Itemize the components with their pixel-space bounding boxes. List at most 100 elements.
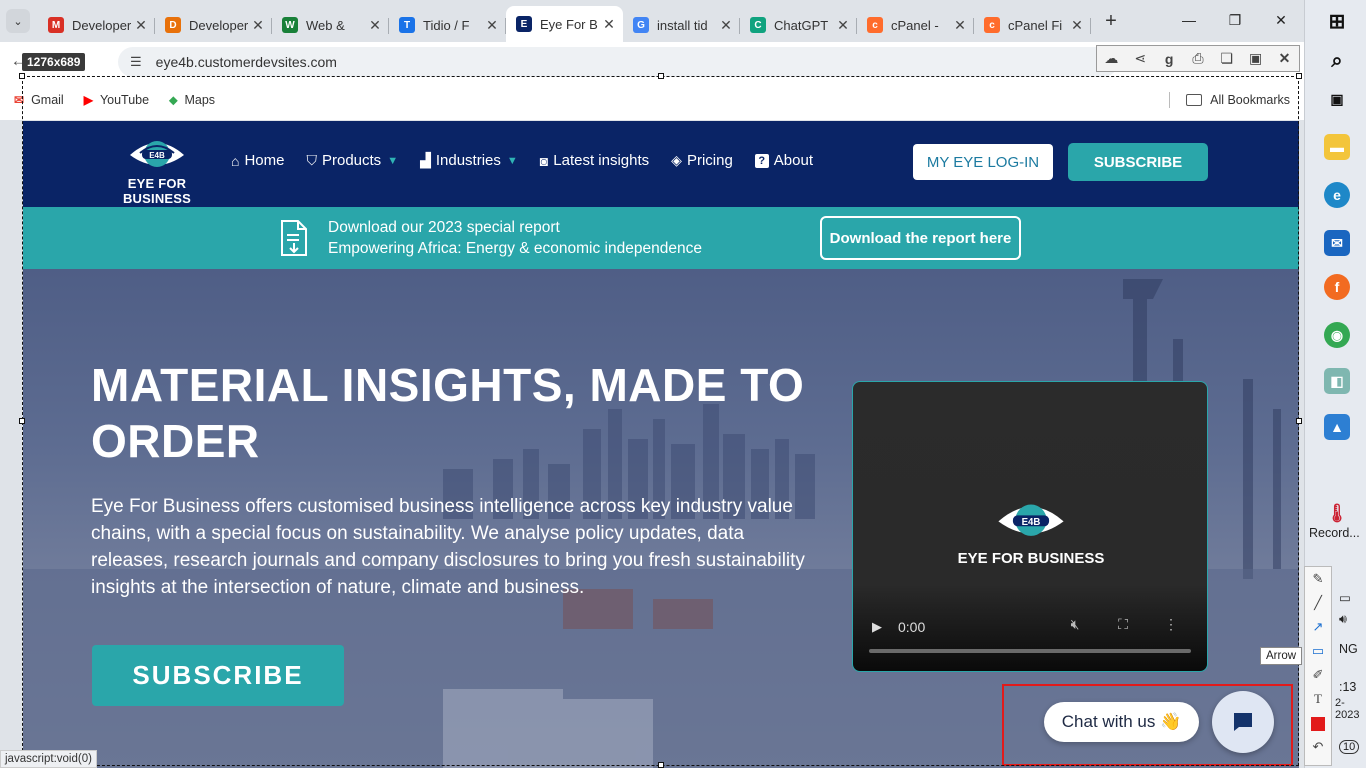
nav-about[interactable]: ? About — [754, 152, 813, 169]
folder-icon — [1186, 94, 1203, 106]
recorder-icon[interactable]: 🌡︎ — [1324, 500, 1350, 526]
subscribe-button-hero[interactable]: SUBSCRIBE — [92, 645, 344, 706]
browser-tab[interactable]: M Developer ✕ — [38, 8, 155, 42]
tab-title: install tid — [657, 17, 708, 33]
language-indicator[interactable]: NG — [1339, 642, 1358, 656]
firefox-icon[interactable]: f — [1324, 274, 1350, 300]
color-swatch[interactable] — [1305, 711, 1331, 735]
mail-icon[interactable]: ✉ — [1324, 230, 1350, 256]
tab-favicon-icon: D — [165, 17, 181, 33]
nav-pricing[interactable]: ◈ Pricing — [671, 152, 733, 169]
close-tab-icon[interactable]: ✕ — [133, 17, 149, 34]
divider — [1169, 92, 1171, 108]
video-time: 0:00 — [898, 619, 926, 635]
close-tab-icon[interactable]: ✕ — [718, 17, 734, 34]
clock-time[interactable]: :13 — [1339, 680, 1356, 694]
my-eye-login-button[interactable]: MY EYE LOG-IN — [913, 144, 1053, 180]
omnibox[interactable]: ☰ eye4b.customerdevsites.com — [118, 47, 1118, 77]
save-icon[interactable]: ▣ — [1244, 50, 1268, 67]
close-tab-icon[interactable]: ✕ — [835, 17, 851, 34]
windows-start-icon[interactable]: ⊞ — [1324, 8, 1350, 34]
tab-favicon-icon: C — [750, 17, 766, 33]
tab-title: cPanel - — [891, 17, 939, 33]
browser-tab[interactable]: E Eye For B ✕ — [506, 6, 623, 42]
new-tab-button[interactable]: + — [1097, 10, 1125, 33]
resize-handle[interactable] — [19, 418, 25, 424]
copy-icon[interactable]: ❏ — [1215, 50, 1239, 67]
task-view-icon[interactable]: ▣ — [1324, 86, 1350, 112]
video-player[interactable]: E4B EYE FOR BUSINESS ▶ 0:00 🔇︎ ⛶ ⋮ — [852, 381, 1208, 672]
nav-industries[interactable]: ▟ Industries ▼ — [420, 152, 518, 169]
close-capture-icon[interactable]: ✕ — [1272, 50, 1296, 67]
logo-text: EYE FOR BUSINESS — [122, 176, 192, 206]
close-tab-icon[interactable]: ✕ — [601, 16, 617, 33]
chrome-icon[interactable]: ◉ — [1324, 322, 1350, 348]
video-progress-bar[interactable] — [869, 649, 1191, 653]
chevron-down-icon: ▼ — [506, 154, 518, 167]
browser-tab[interactable]: c cPanel Fi ✕ — [974, 8, 1091, 42]
play-icon[interactable]: ▶ — [872, 619, 882, 635]
print-icon[interactable]: ⎙ — [1186, 50, 1210, 67]
text-icon[interactable]: T — [1305, 687, 1331, 711]
all-bookmarks[interactable]: All Bookmarks — [1169, 92, 1290, 108]
bookmark-maps[interactable]: ⬥ Maps — [169, 93, 215, 108]
url-text: eye4b.customerdevsites.com — [155, 54, 337, 70]
search-icon[interactable]: ⌕ — [1324, 48, 1350, 74]
notification-count[interactable]: 10 — [1339, 740, 1360, 754]
mute-icon[interactable]: 🔇︎ — [1051, 616, 1099, 633]
bookmark-gmail[interactable]: ✉ Gmail — [14, 93, 64, 107]
tab-title: Tidio / F — [423, 17, 470, 33]
resize-handle[interactable] — [1296, 418, 1302, 424]
close-tab-icon[interactable]: ✕ — [250, 17, 266, 34]
browser-tab[interactable]: W Web & ✕ — [272, 8, 389, 42]
bookmark-youtube[interactable]: ▶ YouTube — [84, 93, 149, 107]
resize-handle[interactable] — [658, 762, 664, 768]
upload-cloud-icon[interactable]: ☁ — [1099, 50, 1123, 67]
nav-latest-insights[interactable]: ◙ Latest insights — [540, 152, 649, 169]
minimize-button[interactable]: — — [1166, 0, 1212, 40]
nav-products[interactable]: ⛉ Products ▼ — [306, 152, 398, 169]
clock-date[interactable]: 2-2023 — [1335, 697, 1366, 721]
arrow-icon[interactable]: ↗ — [1305, 615, 1331, 639]
tab-title: Developer — [72, 17, 132, 33]
tab-title: Developer — [189, 17, 249, 33]
photos-icon[interactable]: ▲ — [1324, 414, 1350, 440]
line-icon[interactable]: ╱ — [1305, 591, 1331, 615]
highlighter-icon[interactable]: ✐ — [1305, 663, 1331, 687]
download-report-button[interactable]: Download the report here — [820, 216, 1021, 260]
browser-tab[interactable]: T Tidio / F ✕ — [389, 8, 506, 42]
pen-icon[interactable]: ✎ — [1305, 567, 1331, 591]
restore-button[interactable]: ❐ — [1212, 0, 1258, 40]
google-icon[interactable]: g — [1157, 51, 1181, 67]
site-logo[interactable]: E4B EYE FOR BUSINESS — [92, 133, 222, 206]
browser-tab[interactable]: Ginstall tid ✕ — [623, 8, 740, 42]
fullscreen-icon[interactable]: ⛶ — [1099, 616, 1147, 633]
browser-tab[interactable]: D Developer ✕ — [155, 8, 272, 42]
subscribe-button-header[interactable]: SUBSCRIBE — [1068, 143, 1208, 181]
app-icon[interactable]: ◧ — [1324, 368, 1350, 394]
close-tab-icon[interactable]: ✕ — [1069, 17, 1085, 34]
browser-tab[interactable]: C ChatGPT ✕ — [740, 8, 857, 42]
more-options-icon[interactable]: ⋮ — [1147, 616, 1195, 633]
nav-home[interactable]: ⌂ Home — [231, 152, 284, 169]
volume-icon[interactable]: 🔊︎ — [1339, 612, 1347, 627]
share-icon[interactable]: ⋖ — [1128, 50, 1152, 67]
browser-tab[interactable]: c cPanel - ✕ — [857, 8, 974, 42]
site-info-icon[interactable]: ☰ — [130, 54, 142, 70]
close-window-button[interactable]: ✕ — [1258, 0, 1304, 40]
undo-icon[interactable]: ↶ — [1305, 735, 1331, 759]
tab-search-button[interactable]: ⌄ — [6, 9, 30, 33]
tool-tooltip: Arrow — [1260, 647, 1303, 665]
close-tab-icon[interactable]: ✕ — [484, 17, 500, 34]
eye-logo-icon: E4B — [998, 504, 1064, 536]
file-explorer-icon[interactable]: ▬ — [1324, 134, 1350, 160]
edge-icon[interactable]: e — [1324, 182, 1350, 208]
resize-handle[interactable] — [658, 73, 664, 79]
hero-title: MATERIAL INSIGHTS, MADE TO ORDER — [91, 359, 805, 467]
resize-handle[interactable] — [1296, 73, 1302, 79]
capture-size-badge: 1276x689 — [22, 53, 86, 71]
resize-handle[interactable] — [19, 73, 25, 79]
close-tab-icon[interactable]: ✕ — [367, 17, 383, 34]
rectangle-icon[interactable]: ▭ — [1305, 639, 1331, 663]
close-tab-icon[interactable]: ✕ — [952, 17, 968, 34]
